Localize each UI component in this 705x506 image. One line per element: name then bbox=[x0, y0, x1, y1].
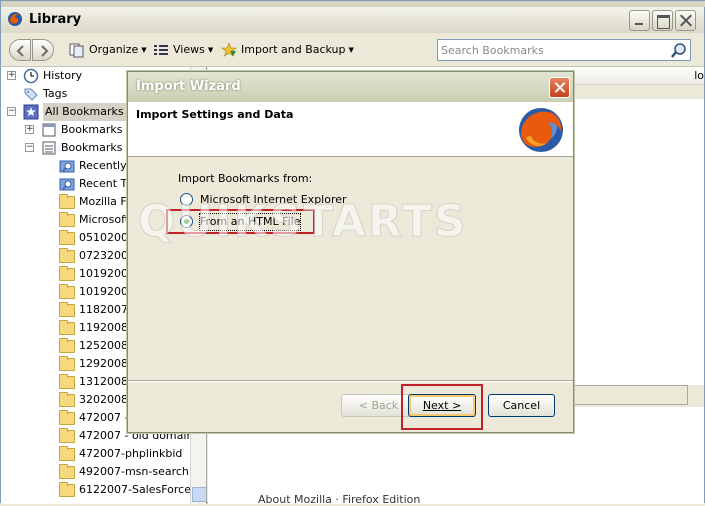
folder-icon bbox=[59, 320, 75, 336]
folder-icon bbox=[59, 302, 75, 318]
chevron-down-icon: ▼ bbox=[348, 46, 354, 54]
search-input[interactable] bbox=[441, 42, 666, 58]
radio-internet-explorer[interactable] bbox=[180, 193, 193, 206]
cancel-button[interactable]: Cancel bbox=[488, 394, 555, 417]
maximize-button[interactable] bbox=[652, 10, 673, 31]
collapse-icon[interactable]: − bbox=[7, 107, 16, 116]
folder-icon bbox=[59, 374, 75, 390]
folder-icon bbox=[59, 464, 75, 480]
minimize-button[interactable] bbox=[629, 10, 650, 31]
window-title: Library bbox=[29, 12, 82, 27]
firefox-logo-icon bbox=[519, 108, 563, 152]
tree-item-label: 1292008 bbox=[79, 357, 128, 370]
firefox-icon bbox=[8, 12, 22, 26]
tree-item-label: All Bookmarks bbox=[43, 103, 126, 121]
star-icon bbox=[221, 42, 237, 57]
views-menu[interactable]: Views ▼ bbox=[153, 42, 213, 58]
chevron-down-icon: ▼ bbox=[141, 46, 147, 54]
expand-icon[interactable]: + bbox=[25, 125, 34, 134]
clock-icon bbox=[23, 68, 39, 84]
tree-item-label: 6122007-SalesForce bbox=[79, 483, 191, 496]
dialog-header: Import Settings and Data bbox=[128, 102, 573, 157]
forward-arrow-icon bbox=[41, 45, 49, 57]
organize-icon bbox=[69, 43, 84, 58]
dialog-body: Import Bookmarks from: Microsoft Interne… bbox=[128, 158, 573, 380]
folder-icon bbox=[59, 428, 75, 444]
expand-icon[interactable]: + bbox=[7, 71, 16, 80]
tree-item-label: 1192008 bbox=[79, 321, 128, 334]
import-backup-menu[interactable]: Import and Backup ▼ bbox=[221, 42, 354, 58]
scroll-down-button[interactable] bbox=[192, 487, 206, 502]
dialog-titlebar[interactable]: Import Wizard bbox=[128, 72, 573, 102]
folder-icon bbox=[59, 410, 75, 426]
highlight-box-html-option bbox=[166, 209, 315, 234]
views-icon bbox=[154, 45, 168, 55]
close-button[interactable] bbox=[675, 10, 696, 31]
bottom-status-text: About Mozilla · Firefox Edition bbox=[258, 493, 421, 506]
import-backup-label: Import and Backup bbox=[241, 43, 346, 56]
details-field[interactable] bbox=[568, 385, 688, 405]
back-button[interactable] bbox=[9, 39, 31, 61]
library-toolbar: Organize ▼ Views ▼ Import and Backup ▼ bbox=[1, 33, 704, 67]
forward-button[interactable] bbox=[32, 39, 54, 61]
column-header-label: lo bbox=[694, 69, 704, 82]
search-icon[interactable] bbox=[670, 42, 687, 59]
smart-folder-icon bbox=[59, 176, 75, 192]
toolbar-icon bbox=[41, 122, 57, 138]
dialog-separator bbox=[128, 380, 573, 382]
option-label: Microsoft Internet Explorer bbox=[200, 193, 347, 206]
tree-item[interactable]: 6122007-SalesForce bbox=[1, 481, 191, 499]
import-wizard-dialog: Import Wizard Import Settings and Data I… bbox=[127, 71, 574, 433]
library-titlebar[interactable]: Library bbox=[1, 7, 704, 33]
dialog-title: Import Wizard bbox=[136, 79, 241, 94]
folder-icon bbox=[59, 248, 75, 264]
tree-item-label: 492007-msn-search bbox=[79, 465, 189, 478]
search-bookmarks-box bbox=[437, 39, 691, 61]
menu-icon bbox=[41, 140, 57, 156]
folder-icon bbox=[59, 284, 75, 300]
smart-folder-icon bbox=[59, 158, 75, 174]
folder-icon bbox=[59, 212, 75, 228]
chevron-down-icon: ▼ bbox=[207, 46, 214, 54]
highlight-box-next-button bbox=[401, 384, 483, 430]
folder-icon bbox=[59, 230, 75, 246]
folder-icon bbox=[59, 194, 75, 210]
tree-item-label: History bbox=[43, 69, 83, 82]
views-label: Views bbox=[173, 43, 205, 56]
import-from-label: Import Bookmarks from: bbox=[178, 172, 313, 185]
organize-menu[interactable]: Organize ▼ bbox=[69, 42, 147, 58]
dialog-heading: Import Settings and Data bbox=[136, 108, 294, 121]
tree-item[interactable]: 492007-msn-search bbox=[1, 463, 191, 481]
tag-icon bbox=[23, 86, 39, 102]
folder-icon bbox=[59, 356, 75, 372]
tree-item-label: Tags bbox=[43, 87, 68, 100]
folder-icon bbox=[59, 446, 75, 462]
organize-label: Organize bbox=[89, 43, 139, 56]
folder-icon bbox=[59, 392, 75, 408]
dialog-close-button[interactable] bbox=[549, 77, 570, 98]
tree-item-label: 1252008 bbox=[79, 339, 128, 352]
back-arrow-icon bbox=[16, 45, 24, 57]
collapse-icon[interactable]: − bbox=[25, 143, 34, 152]
tree-item[interactable]: 472007-phplinkbid bbox=[1, 445, 191, 463]
tree-item-label: 3202008 bbox=[79, 393, 128, 406]
star-icon bbox=[23, 104, 39, 120]
folder-icon bbox=[59, 266, 75, 282]
folder-icon bbox=[59, 482, 75, 498]
folder-icon bbox=[59, 338, 75, 354]
tree-item-label: 472007-phplinkbid bbox=[79, 447, 183, 460]
